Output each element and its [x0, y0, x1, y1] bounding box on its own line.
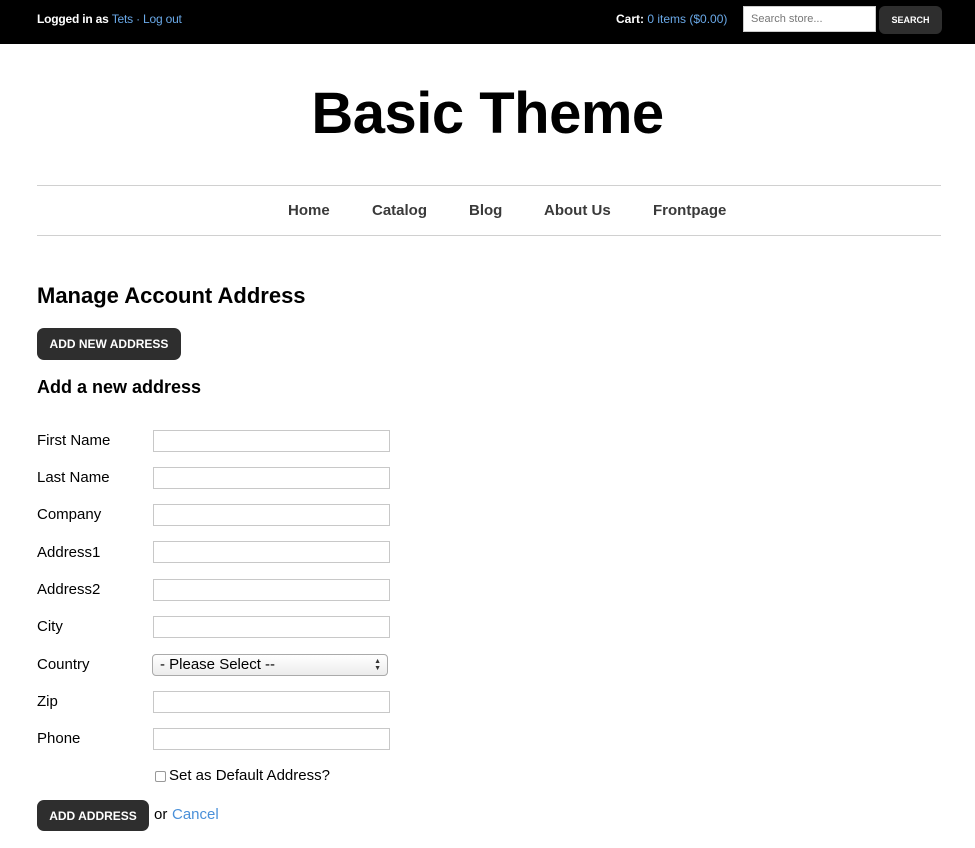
city-label: City [37, 618, 63, 635]
default-address-checkbox[interactable] [155, 771, 166, 782]
address1-field[interactable] [153, 541, 390, 563]
nav-item-home[interactable]: Home [288, 202, 330, 219]
zip-label: Zip [37, 693, 58, 710]
add-new-address-button[interactable]: ADD NEW ADDRESS [37, 328, 181, 360]
logout-link[interactable]: Log out [143, 12, 182, 26]
zip-field[interactable] [153, 691, 390, 713]
first-name-label: First Name [37, 432, 111, 449]
or-text: or [154, 806, 168, 823]
address2-label: Address2 [37, 581, 101, 598]
logged-in-label: Logged in as [37, 12, 109, 26]
main-nav: Home Catalog Blog About Us Frontpage [37, 185, 941, 236]
nav-item-catalog[interactable]: Catalog [372, 202, 427, 219]
first-name-field[interactable] [153, 430, 390, 452]
nav-item-blog[interactable]: Blog [469, 202, 502, 219]
form-subtitle: Add a new address [37, 377, 202, 397]
phone-field[interactable] [153, 728, 390, 750]
search-input[interactable] [743, 6, 876, 32]
nav-item-about-us[interactable]: About Us [544, 202, 611, 219]
login-status: Logged in as Tets · Log out [37, 12, 182, 26]
search-button[interactable]: SEARCH [879, 6, 942, 34]
city-field[interactable] [153, 616, 390, 638]
phone-label: Phone [37, 730, 81, 747]
country-label: Country [37, 656, 90, 673]
last-name-field[interactable] [153, 467, 390, 489]
last-name-label: Last Name [37, 469, 110, 486]
cart-summary: Cart: 0 items ($0.00) [616, 12, 727, 26]
address2-field[interactable] [153, 579, 390, 601]
page-title: Manage Account Address [37, 283, 306, 308]
address1-label: Address1 [37, 544, 101, 561]
country-select[interactable]: - Please Select -- ▲ ▼ [152, 654, 388, 676]
cancel-link[interactable]: Cancel [172, 806, 219, 823]
cart-label: Cart: [616, 12, 645, 26]
site-title[interactable]: Basic Theme [0, 80, 975, 147]
company-label: Company [37, 506, 102, 523]
login-separator: · [136, 12, 140, 26]
add-address-button[interactable]: ADD ADDRESS [37, 800, 149, 831]
username-link[interactable]: Tets [112, 12, 133, 26]
default-address-label[interactable]: Set as Default Address? [169, 767, 330, 784]
country-selected-value: - Please Select -- [160, 656, 276, 673]
cart-link[interactable]: 0 items ($0.00) [647, 12, 727, 26]
top-bar: Logged in as Tets · Log out Cart: 0 item… [0, 0, 975, 44]
company-field[interactable] [153, 504, 390, 526]
nav-item-frontpage[interactable]: Frontpage [653, 202, 726, 219]
select-arrows-icon: ▲ ▼ [374, 658, 381, 672]
